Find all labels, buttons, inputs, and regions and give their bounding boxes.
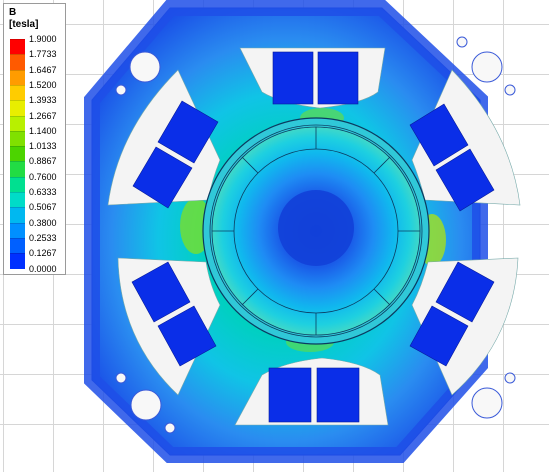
coil-bottom-left xyxy=(268,367,312,423)
legend-swatch xyxy=(10,207,25,224)
coil-top-left xyxy=(272,51,314,105)
hole-top-right-small xyxy=(456,36,468,48)
coil-top-right xyxy=(317,51,359,105)
legend-tick-label: 1.6467 xyxy=(29,64,57,75)
legend-tick-label: 1.2667 xyxy=(29,110,57,121)
legend-swatch xyxy=(10,115,25,132)
hole-top-left-small xyxy=(115,84,127,96)
hole-bottom-left-tiny xyxy=(164,422,176,434)
legend-swatch xyxy=(10,222,25,239)
legend-swatch xyxy=(10,161,25,178)
legend-swatch xyxy=(10,192,25,209)
legend-quantity: B xyxy=(9,7,17,18)
legend-tick-label: 1.0133 xyxy=(29,141,57,152)
coil-bottom-right xyxy=(316,367,360,423)
hole-bottom-left-large xyxy=(130,389,162,421)
legend-swatch xyxy=(10,54,25,71)
hole-bottom-right-small xyxy=(504,372,516,384)
legend-tick-label: 1.1400 xyxy=(29,125,57,136)
legend-tick-label: 0.5067 xyxy=(29,202,57,213)
hole-top-left-large xyxy=(129,51,161,83)
legend-tick-label: 0.1267 xyxy=(29,248,57,259)
rotor-shaft xyxy=(278,190,354,266)
legend-unit: [tesla] xyxy=(9,19,39,30)
hole-top-right-large xyxy=(471,51,503,83)
legend-tick-label: 1.9000 xyxy=(29,34,57,44)
legend-tick-label: 0.3800 xyxy=(29,217,57,228)
legend-swatch xyxy=(10,100,25,117)
legend-swatch xyxy=(10,39,25,56)
legend-tick-label: 1.7733 xyxy=(29,49,57,60)
legend-swatch xyxy=(10,130,25,148)
legend-swatch xyxy=(10,237,25,255)
legend-tick-label: 0.7600 xyxy=(29,171,57,182)
hole-bottom-left-small xyxy=(115,372,127,384)
legend-swatch xyxy=(10,176,25,193)
legend-swatch xyxy=(10,84,25,102)
legend-tick-label: 1.5200 xyxy=(29,79,57,90)
legend-tick-label: 1.3933 xyxy=(29,95,57,106)
field-plot-viewport[interactable] xyxy=(0,0,549,472)
legend-tick-label: 0.0000 xyxy=(29,263,57,274)
legend-swatch xyxy=(10,69,25,86)
legend-tick-label: 0.8867 xyxy=(29,156,57,167)
hole-right-small xyxy=(504,84,516,96)
color-legend[interactable]: B [tesla] 1.9000 1.7733 1.6467 1.5200 1.3933… xyxy=(3,3,66,275)
legend-swatch xyxy=(10,146,25,163)
legend-tick-label: 0.2533 xyxy=(29,232,57,243)
legend-tick-label: 0.6333 xyxy=(29,187,57,197)
legend-swatch xyxy=(10,253,25,270)
hole-bottom-right-large xyxy=(471,387,503,419)
